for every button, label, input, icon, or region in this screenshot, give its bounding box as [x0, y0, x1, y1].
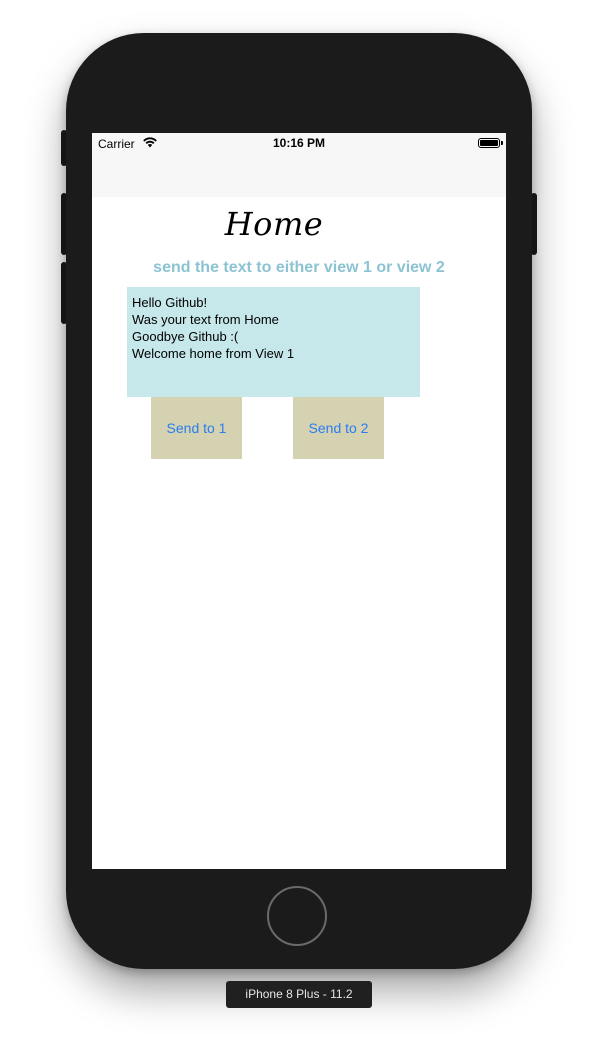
- send-to-2-button[interactable]: Send to 2: [293, 397, 384, 459]
- home-button[interactable]: [267, 886, 327, 946]
- battery-level: [480, 140, 498, 146]
- simulator-stage: Carrier 10:16 PM Home send the text to e…: [0, 0, 598, 1050]
- text-line: Goodbye Github :(: [132, 329, 239, 344]
- battery-tip: [501, 141, 503, 145]
- page-title: Home: [224, 205, 324, 243]
- device-screen: Carrier 10:16 PM Home send the text to e…: [92, 133, 506, 869]
- text-line: Welcome home from View 1: [132, 346, 295, 361]
- send-to-1-button[interactable]: Send to 1: [151, 397, 242, 459]
- clock: 10:16 PM: [272, 136, 326, 150]
- text-line: Was your text from Home: [132, 312, 279, 327]
- battery-icon: [478, 138, 500, 148]
- device-label: iPhone 8 Plus - 11.2: [226, 981, 372, 1008]
- message-text-view[interactable]: Hello Github! Was your text from Home Go…: [127, 287, 420, 397]
- text-line: Hello Github!: [132, 295, 208, 310]
- instruction-label: send the text to either view 1 or view 2: [153, 259, 445, 276]
- status-bar: Carrier 10:16 PM: [92, 133, 506, 153]
